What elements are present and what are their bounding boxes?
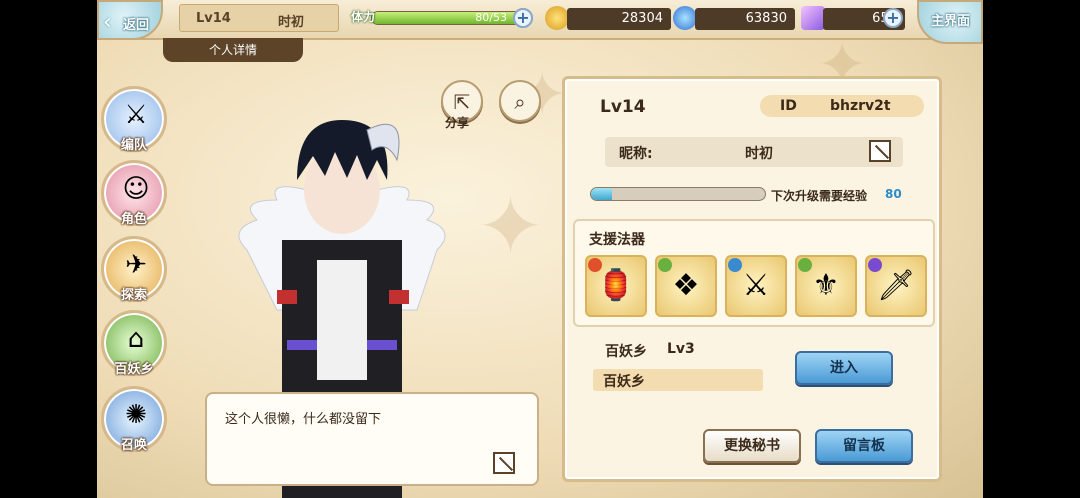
decor-star: ✦ — [477, 180, 545, 273]
explore-icon: ✈ — [125, 250, 147, 280]
share-label: 分享 — [445, 116, 470, 130]
profile-panel: Lv14 ID bhzrv2t 昵称: 时初 下次升级需要经验 80 支援法器 … — [562, 76, 942, 482]
summon-icon: ✺ — [125, 400, 147, 430]
signature-bubble: 这个人很懒，什么都没留下 — [205, 392, 539, 486]
mask-icon: ❖ — [672, 268, 700, 303]
support-slot-2[interactable]: ❖ — [655, 255, 717, 317]
nav-character-label: 角色 — [120, 212, 147, 227]
change-secretary-button[interactable]: 更换秘书 — [703, 429, 801, 463]
gem-amount: 63830 — [695, 8, 795, 30]
profile-screen: ✦ ✦ ✦ ‹ 返回 Lv14 时初 体力 80/53 + 28304 — [97, 0, 983, 498]
home-label: 主界面 — [931, 14, 971, 29]
village-label: 百妖乡 — [605, 344, 647, 360]
nickname-label: 昵称: — [619, 146, 653, 162]
home-button[interactable]: 主界面 — [917, 0, 983, 44]
village-name-box: 百妖乡 — [593, 369, 763, 391]
search-button[interactable]: ⌕ — [499, 80, 541, 122]
village-name: 百妖乡 — [603, 374, 645, 390]
blue-gem-icon — [673, 6, 697, 30]
exp-bar — [590, 187, 766, 201]
signature-text: 这个人很懒，什么都没留下 — [225, 412, 382, 427]
nav-village[interactable]: ⌂ 百妖乡 — [101, 310, 167, 377]
village-icon: ⌂ — [127, 324, 145, 354]
stamina-bar: 体力 80/53 + — [349, 6, 535, 30]
search-icon: ⌕ — [514, 90, 526, 114]
support-slot-1[interactable]: 🏮 — [585, 255, 647, 317]
nav-summon-label: 召唤 — [120, 438, 147, 453]
player-name: 时初 — [278, 15, 305, 30]
back-button[interactable]: ‹ 返回 — [97, 0, 163, 40]
nav-formation[interactable]: ⚔ 编队 — [101, 86, 167, 153]
chevron-left-icon: ‹ — [103, 10, 112, 35]
nav-explore-label: 探索 — [120, 288, 147, 303]
tab-personal-details[interactable]: 个人详情 — [163, 38, 303, 62]
edit-signature-icon[interactable] — [493, 452, 515, 474]
top-bar: ‹ 返回 Lv14 时初 体力 80/53 + 28304 63830 659 … — [97, 0, 983, 44]
dark-sword-icon: 🗡 — [876, 268, 916, 303]
enter-village-button[interactable]: 进入 — [795, 351, 893, 385]
gold-coin-icon — [545, 6, 569, 30]
stamina-label: 体力 — [351, 10, 376, 24]
exp-value: 80 — [885, 187, 902, 201]
message-board-button[interactable]: 留言板 — [815, 429, 913, 463]
add-crystal-button[interactable]: + — [883, 8, 903, 28]
support-title: 支援法器 — [589, 232, 645, 248]
crystal-icon — [801, 6, 825, 30]
support-slot-3[interactable]: ⚔ — [725, 255, 787, 317]
player-id-box: ID bhzrv2t — [760, 95, 924, 117]
add-gold-button[interactable]: + — [513, 8, 533, 28]
stamina-value: 80/53 — [475, 11, 507, 24]
back-label: 返回 — [123, 18, 150, 33]
nav-character[interactable]: ☺ 角色 — [101, 160, 167, 227]
nav-summon[interactable]: ✺ 召唤 — [101, 386, 167, 453]
player-level: Lv14 — [196, 11, 231, 26]
nav-village-label: 百妖乡 — [114, 362, 154, 377]
nickname-value: 时初 — [745, 146, 773, 162]
id-value: bhzrv2t — [830, 98, 891, 114]
lamp-icon: 🏮 — [597, 268, 635, 303]
character-icon: ☺ — [122, 174, 150, 204]
golden-blade-icon: ⚜ — [812, 268, 840, 303]
id-label: ID — [780, 98, 797, 114]
formation-icon: ⚔ — [124, 100, 148, 130]
gold-amount: 28304 — [567, 8, 671, 30]
support-artifacts: 支援法器 🏮 ❖ ⚔ ⚜ 🗡 — [573, 219, 935, 327]
nav-formation-label: 编队 — [120, 138, 147, 153]
player-level-box: Lv14 时初 — [179, 4, 339, 32]
support-slot-5[interactable]: 🗡 — [865, 255, 927, 317]
village-level: Lv3 — [667, 341, 695, 357]
nickname-row: 昵称: 时初 — [605, 137, 903, 167]
exp-label: 下次升级需要经验 — [771, 189, 868, 203]
support-slot-4[interactable]: ⚜ — [795, 255, 857, 317]
edit-nickname-icon[interactable] — [869, 140, 891, 162]
sword-icon: ⚔ — [742, 268, 770, 303]
exp-fill — [591, 188, 612, 200]
profile-level: Lv14 — [600, 97, 646, 117]
nav-explore[interactable]: ✈ 探索 — [101, 236, 167, 303]
